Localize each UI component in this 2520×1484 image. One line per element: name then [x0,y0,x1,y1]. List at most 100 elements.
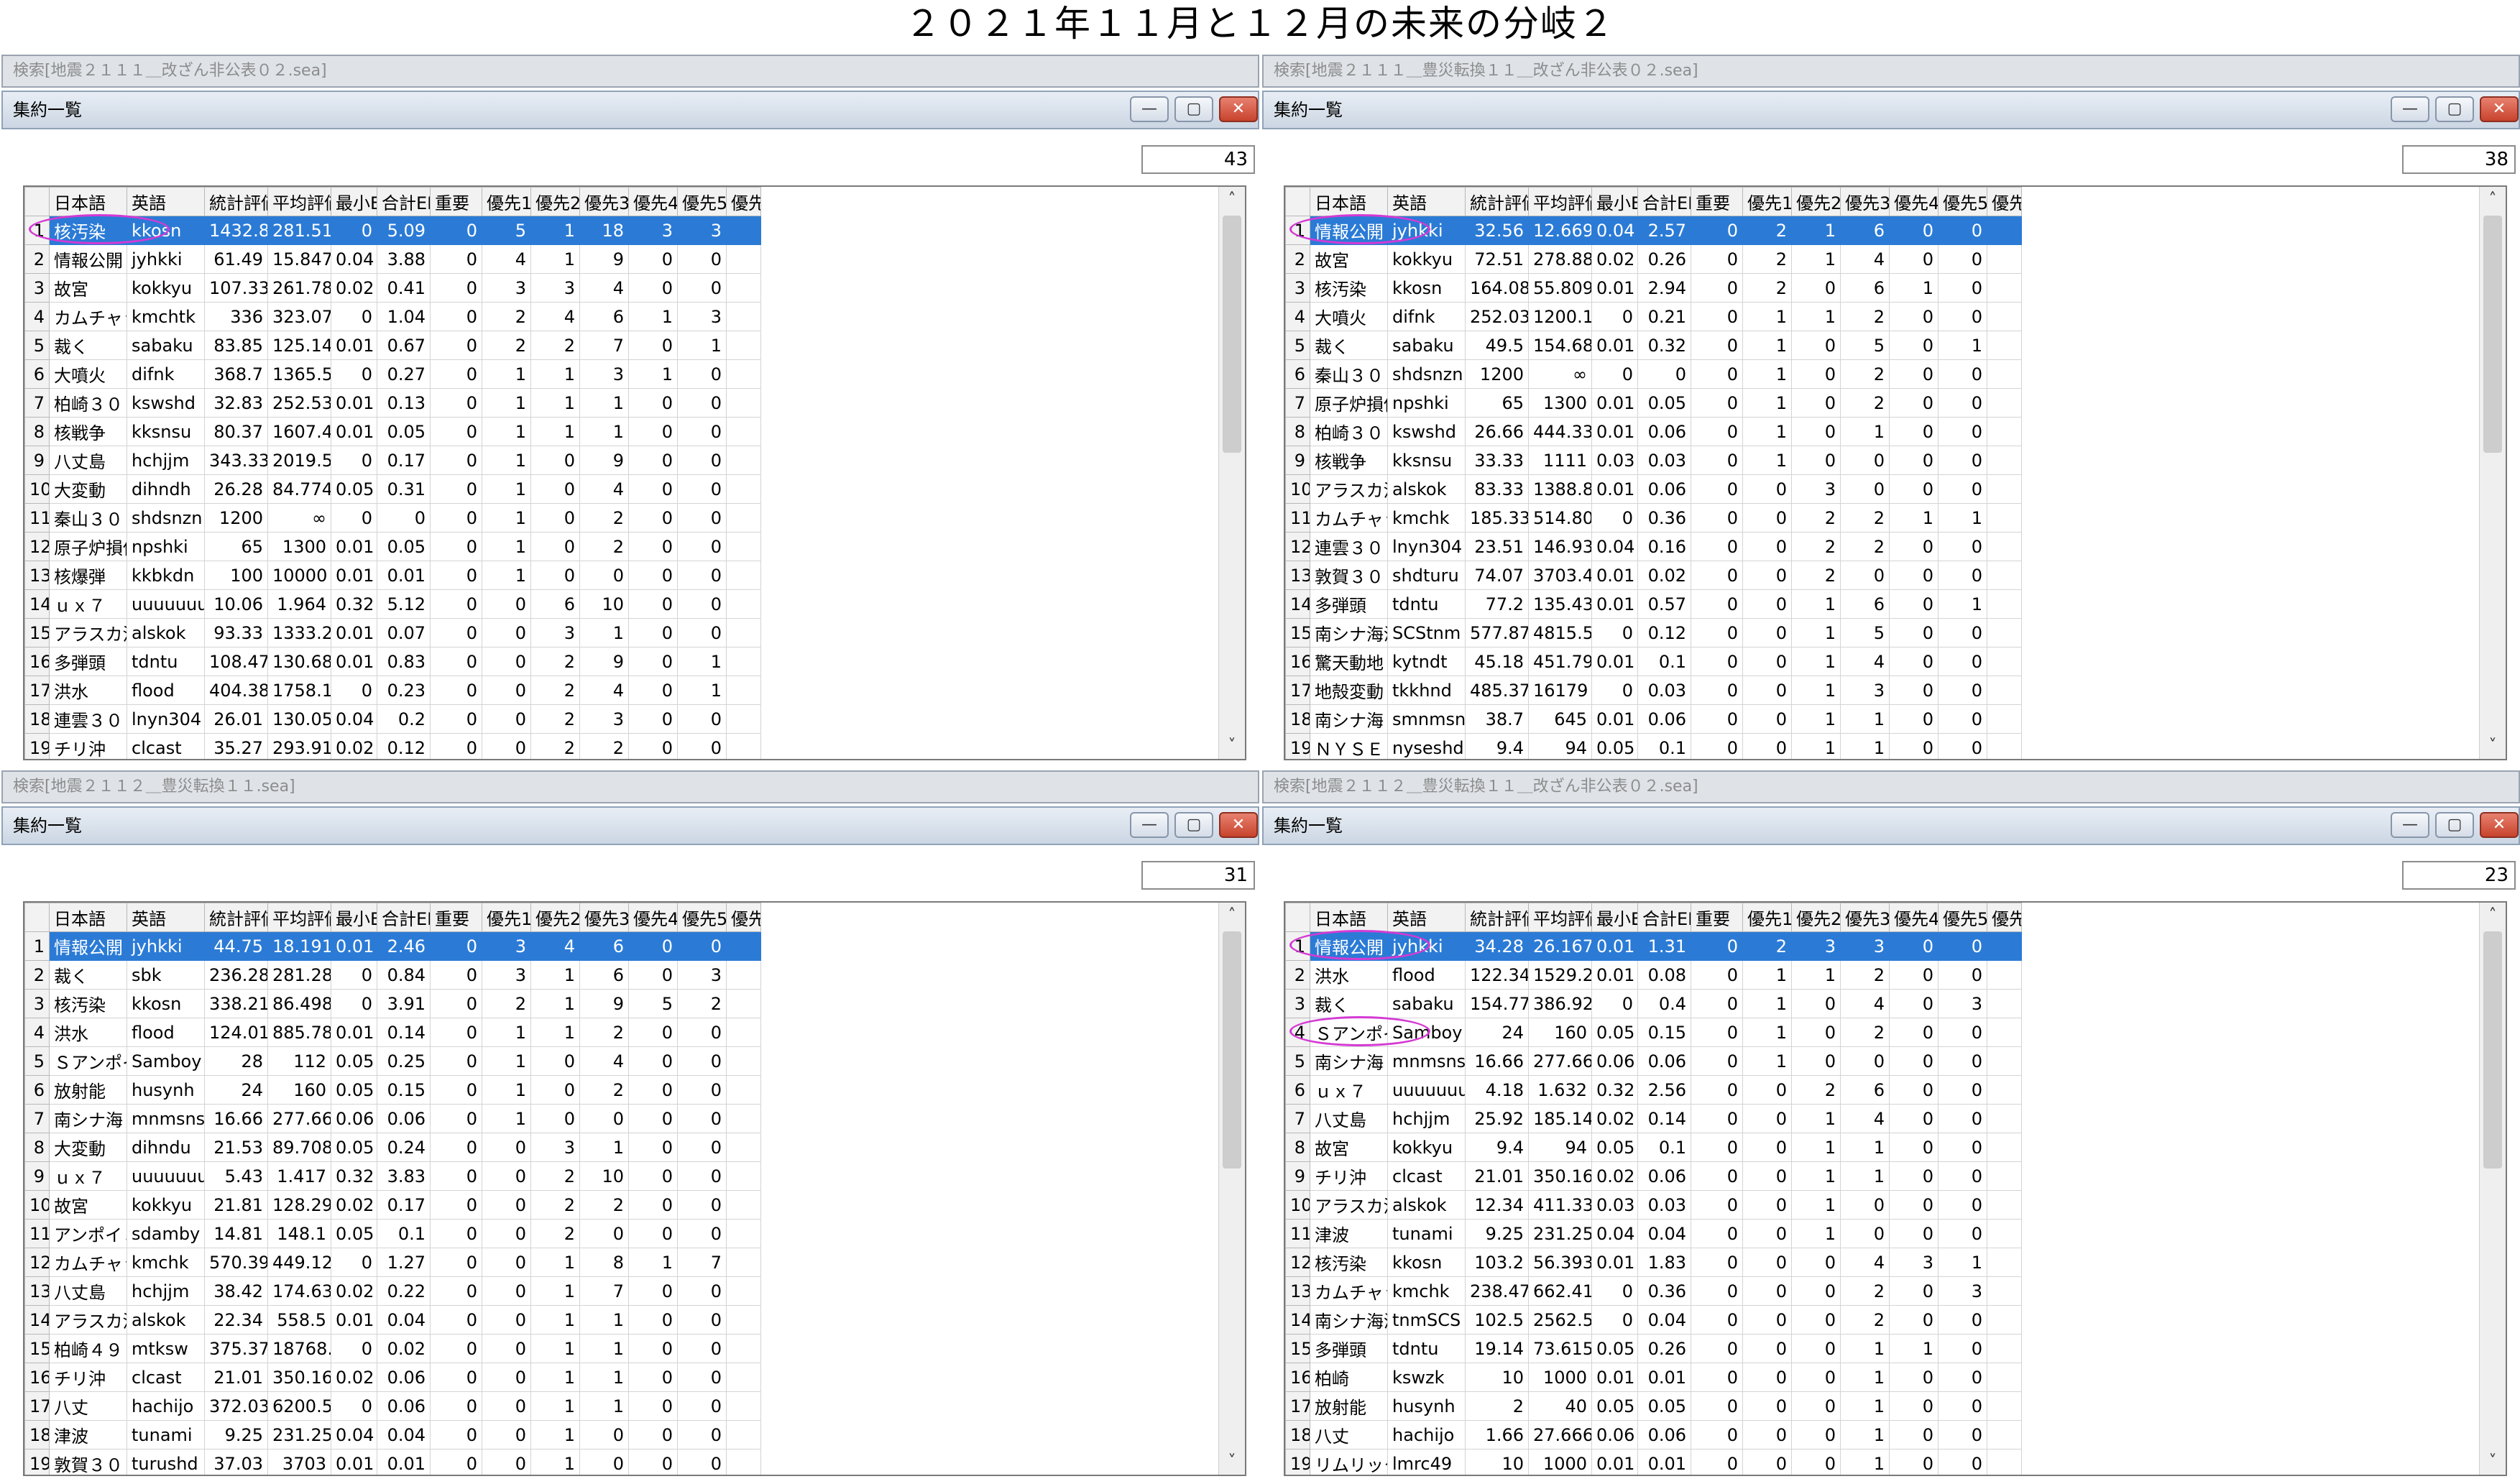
table-cell[interactable]: Ｓアンポイ [1310,1018,1388,1047]
table-cell[interactable]: 0 [1889,618,1939,647]
table-cell[interactable]: 南シナ海 [49,1104,127,1133]
column-header[interactable]: 優先1 [482,903,531,932]
table-cell[interactable]: 1 [1791,1133,1841,1162]
table-cell[interactable]: 35.27 [204,733,268,759]
table-cell[interactable]: 278.884 [1528,244,1592,274]
table-cell[interactable]: flood [1387,960,1466,990]
table-cell[interactable]: 1 [579,1363,629,1392]
table-cell[interactable]: 0.01 [377,561,431,590]
table-cell[interactable]: 0.22 [377,1276,431,1306]
table-cell[interactable]: 3 [530,618,580,647]
table-cell[interactable]: 9.25 [1465,1219,1529,1248]
table-cell[interactable]: 0 [1691,1133,1743,1162]
table-cell[interactable]: 0 [1691,417,1743,446]
table-cell[interactable]: 0 [1691,216,1743,245]
table-cell[interactable]: 83.33 [1465,474,1529,504]
table-cell[interactable]: 0 [579,1420,629,1450]
table-cell[interactable]: 0 [1691,1046,1743,1076]
column-header[interactable]: 優先4 [628,903,678,932]
table-cell[interactable]: 0.23 [377,676,431,705]
table-cell[interactable]: 0.36 [1637,503,1691,533]
table-cell[interactable]: 0.01 [1591,960,1638,990]
table-cell[interactable]: 0.27 [377,359,431,389]
table-cell[interactable]: 0 [430,1075,482,1105]
table-cell[interactable]: 83.85 [204,331,268,360]
table-cell[interactable]: uuuuuuu [1387,1075,1466,1105]
table-cell[interactable]: 0 [1791,331,1841,360]
table-row[interactable]: 16多弾頭tdntu108.47130.6860.010.83002901 [24,647,761,676]
table-cell[interactable]: 1 [1889,1334,1939,1363]
table-cell[interactable]: 0 [430,388,482,418]
table-cell[interactable]: 154.687 [1528,331,1592,360]
table-cell[interactable]: 9 [579,244,629,274]
table-cell[interactable]: 2 [1840,1276,1890,1306]
row-number[interactable]: 4 [1285,302,1310,331]
table-cell[interactable]: 1 [1791,1161,1841,1191]
table-cell[interactable]: 0 [628,1018,678,1047]
minimize-button[interactable]: — [1130,96,1169,122]
table-cell[interactable]: 3 [530,1133,580,1162]
table-cell[interactable]: 0 [1889,1305,1939,1335]
table-cell[interactable]: 1 [530,1363,580,1392]
table-cell[interactable]: 1 [1938,1248,1987,1277]
table-cell[interactable]: 343.33 [204,446,268,475]
table-cell[interactable]: 1 [579,1334,629,1363]
table-cell[interactable]: 1 [1742,359,1792,389]
row-number[interactable]: 6 [24,1075,50,1105]
table-cell[interactable]: flood [127,1018,205,1047]
table-cell[interactable]: 6 [530,589,580,619]
table-cell[interactable]: 3 [530,273,580,303]
table-cell[interactable]: 4 [1840,647,1890,676]
table-cell[interactable]: dihndu [127,1133,205,1162]
table-cell[interactable]: 0 [1691,618,1743,647]
table-cell[interactable]: 0 [628,244,678,274]
table-cell[interactable]: 10 [1465,1449,1529,1475]
table-cell[interactable]: 0 [1938,1391,1987,1421]
table-cell[interactable]: 0.06 [1637,1046,1691,1076]
table-cell[interactable]: 核汚染 [1310,1248,1388,1277]
table-cell[interactable]: 0 [482,733,531,759]
row-number[interactable]: 7 [24,388,50,418]
table-cell[interactable]: 0 [1889,647,1939,676]
table-cell[interactable]: 0 [1791,359,1841,389]
table-cell[interactable]: 0 [1742,733,1792,759]
table-cell[interactable]: 連雲３０４ [49,704,127,734]
table-cell[interactable]: 0.01 [331,532,377,561]
table-cell[interactable]: 0 [1691,589,1743,619]
table-cell[interactable]: 61.49 [204,244,268,274]
table-cell[interactable]: 八丈島 [1310,1104,1388,1133]
table-cell[interactable]: 0.12 [377,733,431,759]
table-row[interactable]: 10 大変動 dihndh 26.28 84.774 0.05 0.31 0 1 0 4 0 0 [24,474,761,504]
table-cell[interactable]: 0 [677,474,727,504]
table-cell[interactable]: 0.05 [1637,388,1691,418]
table-cell[interactable]: 0.06 [1637,474,1691,504]
table-cell[interactable]: 0 [628,589,678,619]
table-row[interactable]: 15アラスカ沖alskok93.331333.2850.010.07003100 [24,618,761,647]
table-cell[interactable]: 核汚染 [1310,273,1388,303]
table-cell[interactable]: 0 [628,388,678,418]
table-cell[interactable]: tdntu [1387,589,1466,619]
table-cell[interactable]: 0 [482,1449,531,1475]
table-cell[interactable]: 0 [1889,960,1939,990]
table-cell[interactable]: 558.5 [267,1305,331,1335]
table-cell[interactable]: 0 [1691,244,1743,274]
table-cell[interactable]: 33.33 [1465,446,1529,475]
table-cell[interactable]: 0 [1691,532,1743,561]
table-cell[interactable]: 0 [1938,931,1987,961]
row-number[interactable]: 18 [1285,1420,1310,1450]
table-row[interactable]: 4洪水flood124.01885.7850.010.14011200 [24,1018,761,1047]
table-cell[interactable]: 0 [1938,1363,1987,1392]
table-cell[interactable]: 185.142 [1528,1104,1592,1133]
table-cell[interactable]: チリ沖 [1310,1161,1388,1191]
table-cell[interactable]: 0 [377,503,431,533]
table-cell[interactable]: 3 [677,302,727,331]
table-cell[interactable]: 2 [1840,1018,1890,1047]
table-cell[interactable]: 0 [628,1363,678,1392]
table-cell[interactable]: 1607.4 [267,417,331,446]
table-cell[interactable]: 0 [430,676,482,705]
table-cell[interactable]: 0 [628,503,678,533]
table-cell[interactable]: 0 [1742,474,1792,504]
table-cell[interactable]: 0 [628,1219,678,1248]
table-cell[interactable]: 2.94 [1637,273,1691,303]
table-row[interactable]: 8 核戦争 kksnsu 80.37 1607.4 0.01 0.05 0 1 1 1 0 0 [24,417,761,446]
